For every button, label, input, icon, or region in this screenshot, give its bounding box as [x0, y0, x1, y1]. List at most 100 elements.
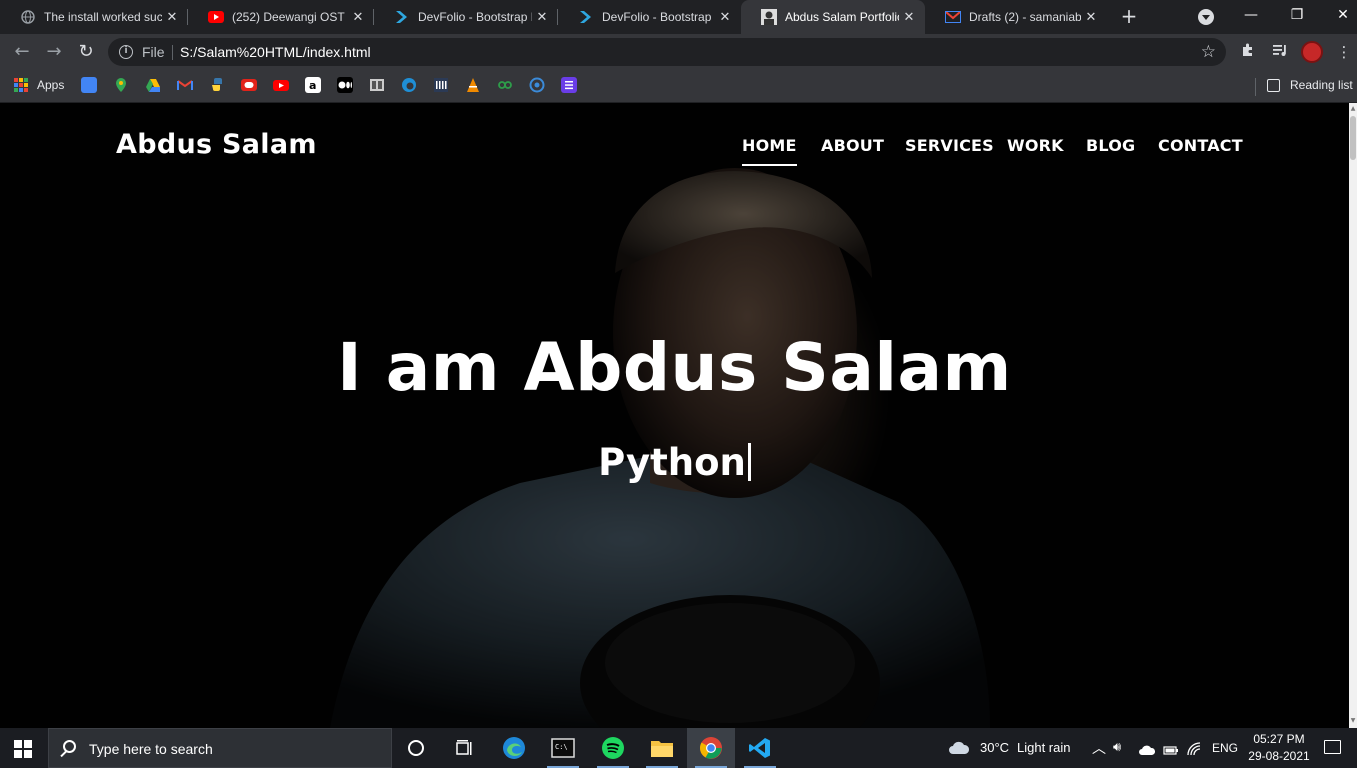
close-tab-icon[interactable]: ✕: [348, 10, 368, 25]
bookmark-star-icon[interactable]: ☆: [1201, 42, 1216, 62]
browser-tab[interactable]: (252) Deewangi OST | Full ✕: [188, 0, 374, 34]
volume-icon[interactable]: 🔊︎: [1113, 739, 1121, 755]
file-explorer-icon[interactable]: [638, 728, 686, 768]
media-control-icon[interactable]: [1270, 42, 1290, 62]
windows-start-icon[interactable]: [14, 740, 32, 758]
address-bar[interactable]: i File S:/Salam%20HTML/index.html ☆: [108, 38, 1226, 66]
task-view-icon[interactable]: [440, 728, 488, 768]
browser-tab[interactable]: DevFolio - Bootstrap Portfolio ✕: [374, 0, 558, 34]
nav-blog[interactable]: BLOG: [1086, 136, 1135, 155]
close-window-button[interactable]: ✕: [1320, 0, 1357, 32]
link-icon[interactable]: [497, 77, 513, 93]
cortana-icon[interactable]: [392, 728, 440, 768]
drive-icon[interactable]: [145, 77, 161, 93]
nav-work[interactable]: WORK: [1007, 136, 1064, 155]
language-indicator[interactable]: ENG: [1212, 741, 1238, 755]
tab-title: The install worked successfully!: [44, 10, 162, 24]
python-icon[interactable]: [209, 77, 225, 93]
wifi-icon[interactable]: [1187, 741, 1203, 760]
scroll-down-icon[interactable]: ▼: [1349, 716, 1357, 726]
nav-services[interactable]: SERVICES: [905, 136, 994, 155]
chrome-menu-icon[interactable]: ⋮: [1334, 42, 1354, 62]
edge-taskbar-icon[interactable]: [490, 728, 538, 768]
browser-tab[interactable]: Drafts (2) - samaniabdussalam ✕: [925, 0, 1107, 34]
terminal-icon[interactable]: C:\: [539, 728, 587, 768]
close-tab-icon[interactable]: ✕: [715, 10, 735, 25]
nav-contact[interactable]: CONTACT: [1158, 136, 1243, 155]
scroll-up-icon[interactable]: ▲: [1349, 104, 1357, 114]
reading-list-icon: [1267, 78, 1280, 92]
edge-icon[interactable]: [401, 77, 417, 93]
nav-about[interactable]: ABOUT: [821, 136, 884, 155]
new-tab-button[interactable]: +: [1118, 5, 1140, 27]
typing-caret: [747, 443, 751, 481]
nav-home[interactable]: HOME: [742, 136, 797, 166]
portfolio-icon: [761, 9, 777, 25]
tab-title: Drafts (2) - samaniabdussalam: [969, 10, 1081, 24]
apps-shortcut[interactable]: Apps: [14, 78, 64, 92]
notification-center-icon[interactable]: [1324, 740, 1341, 754]
maps-icon[interactable]: [113, 77, 129, 93]
clock-date: 29-08-2021: [1248, 749, 1310, 763]
close-tab-icon[interactable]: ✕: [162, 10, 182, 25]
tracker-icon[interactable]: [433, 77, 449, 93]
tab-title: DevFolio - Bootstrap Portfolio: [602, 10, 715, 24]
forward-button[interactable]: →: [40, 38, 68, 66]
tab-title: Abdus Salam Portfolio: [785, 10, 899, 24]
oracle-icon[interactable]: [241, 77, 257, 93]
page-scrollbar[interactable]: [1349, 103, 1357, 728]
reading-list-label: Reading list: [1290, 78, 1353, 92]
chrome-taskbar-icon[interactable]: [687, 728, 735, 768]
restore-button[interactable]: ❐: [1274, 0, 1320, 32]
chevron-up-icon[interactable]: ︿: [1092, 738, 1106, 758]
reload-button[interactable]: ↻: [72, 38, 100, 66]
browser-tab-strip: The install worked successfully! ✕ (252)…: [0, 0, 1357, 34]
close-tab-icon[interactable]: ✕: [1081, 10, 1101, 25]
vscode-icon[interactable]: [736, 728, 784, 768]
back-button[interactable]: ←: [8, 38, 36, 66]
gmail-icon[interactable]: [177, 77, 193, 93]
amazon-icon[interactable]: a: [305, 77, 321, 93]
browser-toolbar: ← → ↻ i File S:/Salam%20HTML/index.html …: [0, 34, 1357, 70]
page-viewport: Abdus Salam HOME ABOUT SERVICES WORK BLO…: [0, 103, 1349, 728]
spotify-icon[interactable]: [589, 728, 637, 768]
hero-typed-text: Python: [598, 441, 746, 484]
reader-icon[interactable]: [369, 77, 385, 93]
close-tab-icon[interactable]: ✕: [532, 10, 552, 25]
browser-tab-active[interactable]: Abdus Salam Portfolio ✕: [741, 0, 925, 34]
weather-icon[interactable]: [948, 740, 970, 760]
info-icon[interactable]: i: [119, 45, 133, 59]
devfolio-icon: [578, 9, 594, 25]
battery-icon[interactable]: [1163, 741, 1179, 760]
minimize-button[interactable]: —: [1228, 0, 1274, 32]
settings-icon[interactable]: [529, 77, 545, 93]
translate-icon[interactable]: [81, 77, 97, 93]
onedrive-icon[interactable]: [1139, 741, 1156, 760]
reading-list-button[interactable]: Reading list: [1267, 78, 1353, 92]
profile-avatar[interactable]: [1301, 41, 1323, 63]
url-text[interactable]: S:/Salam%20HTML/index.html: [180, 44, 371, 60]
scrollbar-thumb[interactable]: [1350, 116, 1356, 160]
site-brand[interactable]: Abdus Salam: [116, 129, 317, 160]
youtube-icon[interactable]: [273, 77, 289, 93]
tab-search-icon[interactable]: [1198, 9, 1214, 25]
windows-taskbar: Type here to search C:\ 30°C Light rain …: [0, 728, 1357, 768]
medium-icon[interactable]: [337, 77, 353, 93]
youtube-icon: [208, 9, 224, 25]
taskbar-search-box[interactable]: Type here to search: [48, 728, 392, 768]
vlc-icon[interactable]: [465, 77, 481, 93]
apps-grid-icon: [14, 78, 28, 92]
scheme-label: File: [142, 44, 165, 60]
globe-icon: [20, 9, 36, 25]
close-tab-icon[interactable]: ✕: [899, 10, 919, 25]
browser-tab[interactable]: DevFolio - Bootstrap Portfolio ✕: [558, 0, 741, 34]
weather-temperature[interactable]: 30°C: [980, 740, 1009, 755]
taskbar-clock[interactable]: 05:27 PM 29-08-2021: [1244, 731, 1314, 765]
svg-text:a: a: [309, 79, 316, 92]
bookmarks-divider: [1255, 78, 1256, 96]
weather-condition[interactable]: Light rain: [1017, 740, 1070, 755]
extensions-icon[interactable]: [1238, 42, 1258, 62]
browser-tab[interactable]: The install worked successfully! ✕: [0, 0, 188, 34]
purple-app-icon[interactable]: [561, 77, 577, 93]
search-icon: [63, 740, 76, 753]
